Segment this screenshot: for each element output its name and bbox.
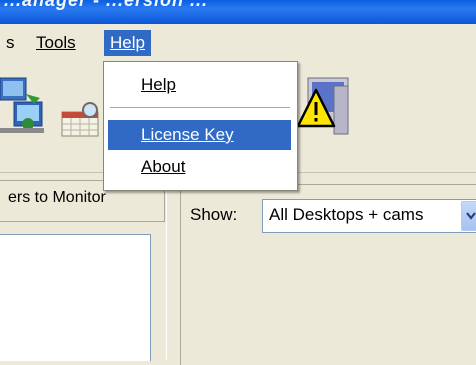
menu-item-license-key-label: License Key [141, 125, 234, 144]
show-dropdown[interactable]: All Desktops + cams [262, 199, 476, 233]
show-label: Show: [190, 205, 238, 224]
window-title: ...anager - ...ersion ... [4, 0, 209, 10]
calendar-search-icon[interactable] [60, 102, 104, 143]
computers-panel-title: ers to Monitor [8, 189, 106, 206]
menu-help-label: Help [110, 33, 145, 52]
menu-item-help[interactable]: Help [108, 70, 291, 100]
window-titlebar[interactable]: ...anager - ...ersion ... [0, 0, 476, 24]
menu-partial-label: s [6, 33, 15, 52]
help-menu-dropdown: Help License Key About [103, 61, 298, 191]
menu-separator [110, 107, 290, 109]
computers-network-icon[interactable] [0, 74, 48, 141]
warning-computer-icon[interactable] [294, 76, 352, 143]
menu-item-help-label: Help [141, 75, 176, 94]
menu-item-license-key[interactable]: License Key [108, 120, 291, 150]
menu-bar: s Tools Help [0, 24, 476, 62]
menu-item-about-label: About [141, 157, 186, 176]
panel-splitter[interactable] [166, 180, 177, 360]
computers-list[interactable] [0, 234, 151, 361]
menu-tools-label: Tools [36, 33, 76, 52]
show-dropdown-value: All Desktops + cams [269, 205, 424, 224]
chevron-down-icon[interactable] [461, 201, 476, 231]
menu-item-about[interactable]: About [108, 152, 291, 182]
menu-tools[interactable]: Tools [30, 30, 82, 56]
menu-help[interactable]: Help [104, 30, 151, 56]
menu-partial-item[interactable]: s [0, 30, 21, 56]
